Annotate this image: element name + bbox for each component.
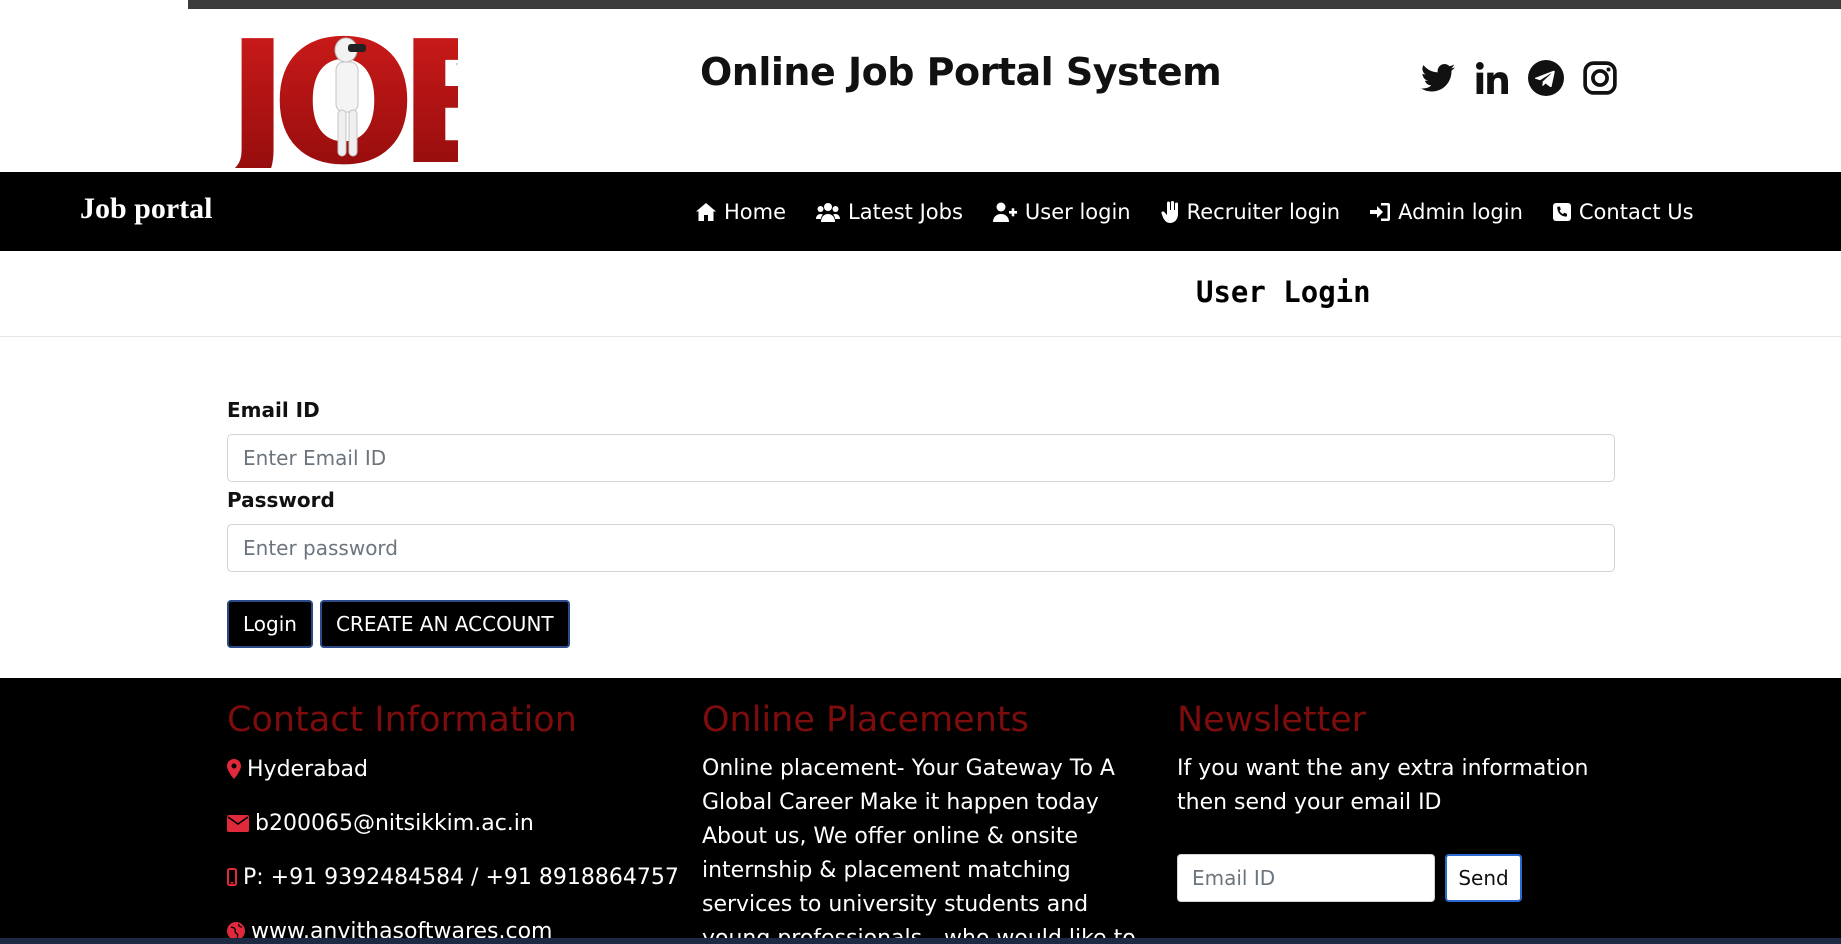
newsletter-form: Send [1177,854,1617,902]
login-form: Email ID Password Login CREATE AN ACCOUN… [227,398,1615,648]
nav-item-label: Home [724,199,787,224]
twitter-icon[interactable] [1420,60,1456,96]
nav-item-label: Admin login [1398,199,1523,224]
bottom-strip [0,938,1841,944]
home-icon [696,202,716,221]
form-buttons: Login CREATE AN ACCOUNT [227,600,1615,648]
create-account-button[interactable]: CREATE AN ACCOUNT [319,600,570,648]
email-text[interactable]: b200065@nitsikkim.ac.in [255,811,534,836]
top-bar [188,0,1841,9]
contact-city: Hyderabad [227,752,679,786]
footer-contact-column: Contact Information Hyderabad b200065@ni… [227,700,679,944]
linkedin-icon[interactable] [1474,60,1510,96]
placements-heading: Online Placements [702,700,1029,740]
password-label: Password [227,488,335,512]
hand-icon [1161,200,1178,223]
contact-email: b200065@nitsikkim.ac.in [227,806,679,840]
phone-text: P: +91 9392484584 / +91 8918864757 [243,864,679,890]
navbar-brand[interactable]: Job portal [80,192,213,226]
site-title: Online Job Portal System [700,50,1222,94]
mobile-icon [227,868,237,886]
footer-newsletter-column: Newsletter If you want the any extra inf… [1177,700,1617,902]
password-field[interactable] [227,524,1615,572]
nav-item-latest-jobs[interactable]: Latest Jobs [816,200,963,224]
send-button[interactable]: Send [1445,854,1522,902]
page-title: User Login [1196,275,1371,309]
email-label: Email ID [227,398,320,422]
newsletter-text: If you want the any extra information th… [1177,756,1589,815]
contact-heading: Contact Information [227,700,577,740]
placements-text: Online placement- Your Gateway To A Glob… [702,756,1136,944]
envelope-icon [227,814,249,832]
nav-menu: Home Latest Jobs User login Recruiter lo… [696,172,1694,251]
footer-placements-column: Online Placements Online placement- Your… [702,700,1142,944]
nav-item-user-login[interactable]: User login [992,199,1131,224]
users-icon [816,202,841,222]
site-header: JOB '' Online Job Portal System [0,10,1841,172]
social-links [1420,60,1618,96]
login-button[interactable]: Login [227,600,313,648]
site-footer: Contact Information Hyderabad b200065@ni… [0,678,1841,944]
nav-item-home[interactable]: Home [696,200,786,224]
page-heading-bar: User Login [0,251,1841,337]
nav-item-admin-login[interactable]: Admin login [1370,200,1523,224]
nav-item-label: Latest Jobs [848,199,963,224]
newsletter-email-input[interactable] [1177,854,1435,902]
email-field[interactable] [227,434,1615,482]
nav-item-label: Recruiter login [1186,199,1341,224]
telegram-icon[interactable] [1528,60,1564,96]
nav-item-contact-us[interactable]: Contact Us [1552,199,1694,224]
nav-item-label: User login [1024,199,1131,224]
nav-item-label: Contact Us [1578,199,1694,224]
sign-in-icon [1370,202,1391,221]
navbar: Job portal Home Latest Jobs User login R… [0,172,1841,251]
instagram-icon[interactable] [1582,60,1618,96]
user-plus-icon [992,202,1017,222]
job-logo: JOB '' [228,10,458,168]
contact-phone: P: +91 9392484584 / +91 8918864757 [227,860,679,894]
nav-item-recruiter-login[interactable]: Recruiter login [1161,199,1341,224]
map-marker-icon [227,759,241,779]
phone-square-icon [1552,202,1571,221]
newsletter-heading: Newsletter [1177,700,1367,740]
browser-top-edge [0,0,1841,10]
city-text: Hyderabad [247,756,368,782]
svg-text:'': '' [456,62,458,73]
